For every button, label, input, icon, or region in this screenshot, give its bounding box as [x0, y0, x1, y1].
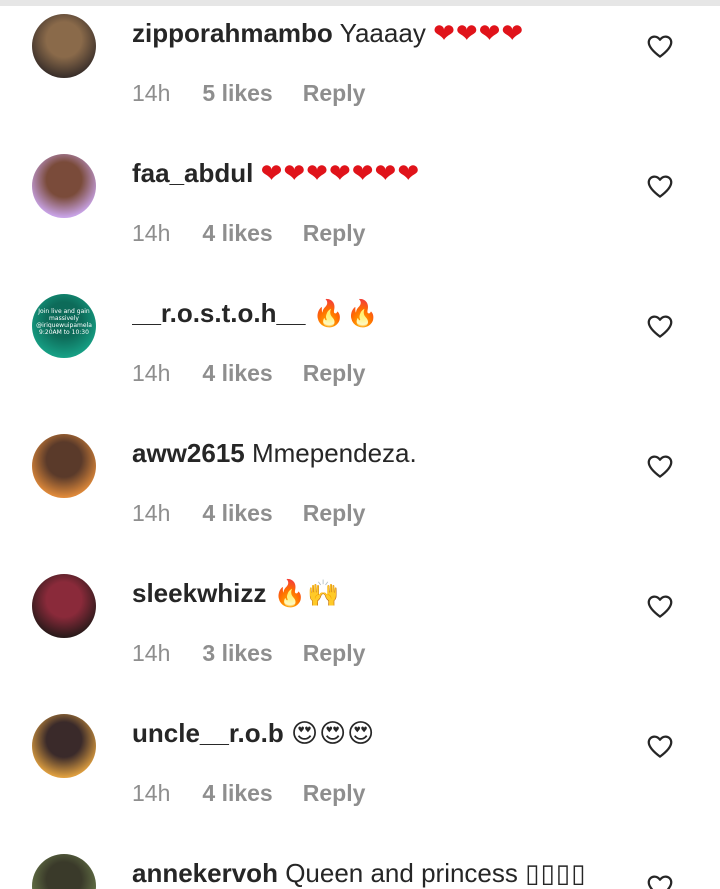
- avatar[interactable]: Join live and gain massively @iriquewuip…: [32, 294, 96, 358]
- comment-body: uncle__r.o.b 😍😍😍: [132, 715, 622, 752]
- heart-outline-icon[interactable]: [645, 311, 675, 341]
- comment-body: sleekwhizz 🔥🙌: [132, 575, 622, 612]
- avatar[interactable]: [32, 154, 96, 218]
- comment-emoji: ▯▯▯▯: [525, 859, 587, 889]
- comment-meta: 14h 5 likes Reply: [132, 78, 365, 108]
- comment-meta: 14h 4 likes Reply: [132, 218, 365, 248]
- comment-likes[interactable]: 4 likes: [202, 778, 296, 808]
- comment-time: 14h: [132, 500, 171, 526]
- comment-body: __r.o.s.t.o.h__ 🔥🔥: [132, 295, 622, 332]
- avatar[interactable]: [32, 714, 96, 778]
- comment-username[interactable]: annekervoh: [132, 858, 278, 888]
- comment-time: 14h: [132, 780, 171, 806]
- heart-outline-icon[interactable]: [645, 31, 675, 61]
- comment-time: 14h: [132, 360, 171, 386]
- heart-outline-icon[interactable]: [645, 731, 675, 761]
- comment-body: zipporahmambo Yaaaay ❤❤❤❤: [132, 15, 622, 52]
- comment-meta: 14h 3 likes Reply: [132, 638, 365, 668]
- comment-username[interactable]: aww2615: [132, 438, 245, 468]
- comment-username[interactable]: __r.o.s.t.o.h__: [132, 298, 305, 328]
- reply-button[interactable]: Reply: [303, 778, 366, 808]
- comment-time: 14h: [132, 220, 171, 246]
- comment-likes[interactable]: 4 likes: [202, 218, 296, 248]
- avatar[interactable]: [32, 574, 96, 638]
- comment-time: 14h: [132, 640, 171, 666]
- comment-emoji: 🔥🔥: [312, 299, 380, 329]
- reply-button[interactable]: Reply: [303, 358, 366, 388]
- comment-username[interactable]: faa_abdul: [132, 158, 253, 188]
- comment-item: zipporahmambo Yaaaay ❤❤❤❤ 14h 5 likes Re…: [0, 0, 720, 140]
- comment-item: annekervoh Queen and princess ▯▯▯▯: [0, 840, 720, 889]
- comment-item: faa_abdul ❤❤❤❤❤❤❤ 14h 4 likes Reply: [0, 140, 720, 280]
- reply-button[interactable]: Reply: [303, 638, 366, 668]
- comment-emoji: 🔥🙌: [273, 579, 341, 609]
- comment-text: Yaaaay: [339, 18, 426, 48]
- comment-item: sleekwhizz 🔥🙌 14h 3 likes Reply: [0, 560, 720, 700]
- comment-likes[interactable]: 4 likes: [202, 498, 296, 528]
- comment-text: Queen and princess: [285, 858, 518, 888]
- comment-text: Mmependeza.: [251, 438, 417, 468]
- comment-username[interactable]: uncle__r.o.b: [132, 718, 284, 748]
- comment-username[interactable]: sleekwhizz: [132, 578, 266, 608]
- comment-body: aww2615 Mmependeza.: [132, 435, 622, 472]
- comment-item: aww2615 Mmependeza. 14h 4 likes Reply: [0, 420, 720, 560]
- comment-likes[interactable]: 5 likes: [202, 78, 296, 108]
- reply-button[interactable]: Reply: [303, 78, 366, 108]
- comment-body: annekervoh Queen and princess ▯▯▯▯: [132, 855, 622, 889]
- comment-meta: 14h 4 likes Reply: [132, 358, 365, 388]
- comment-body: faa_abdul ❤❤❤❤❤❤❤: [132, 155, 622, 192]
- reply-button[interactable]: Reply: [303, 498, 366, 528]
- avatar-promo-text: Join live and gain massively @iriquewuip…: [36, 308, 92, 336]
- heart-outline-icon[interactable]: [645, 591, 675, 621]
- heart-outline-icon[interactable]: [645, 451, 675, 481]
- comment-item: uncle__r.o.b 😍😍😍 14h 4 likes Reply: [0, 700, 720, 840]
- comment-emoji: ❤❤❤❤: [433, 19, 525, 49]
- heart-outline-icon[interactable]: [645, 871, 675, 889]
- comment-username[interactable]: zipporahmambo: [132, 18, 333, 48]
- comment-emoji: ❤❤❤❤❤❤❤: [260, 159, 421, 189]
- reply-button[interactable]: Reply: [303, 218, 366, 248]
- comment-likes[interactable]: 4 likes: [202, 358, 296, 388]
- comment-meta: 14h 4 likes Reply: [132, 498, 365, 528]
- comment-item: Join live and gain massively @iriquewuip…: [0, 280, 720, 420]
- heart-outline-icon[interactable]: [645, 171, 675, 201]
- avatar[interactable]: [32, 854, 96, 889]
- comment-meta: 14h 4 likes Reply: [132, 778, 365, 808]
- comment-time: 14h: [132, 80, 171, 106]
- comment-likes[interactable]: 3 likes: [202, 638, 296, 668]
- avatar[interactable]: [32, 434, 96, 498]
- avatar[interactable]: [32, 14, 96, 78]
- comment-emoji: 😍😍😍: [290, 719, 376, 749]
